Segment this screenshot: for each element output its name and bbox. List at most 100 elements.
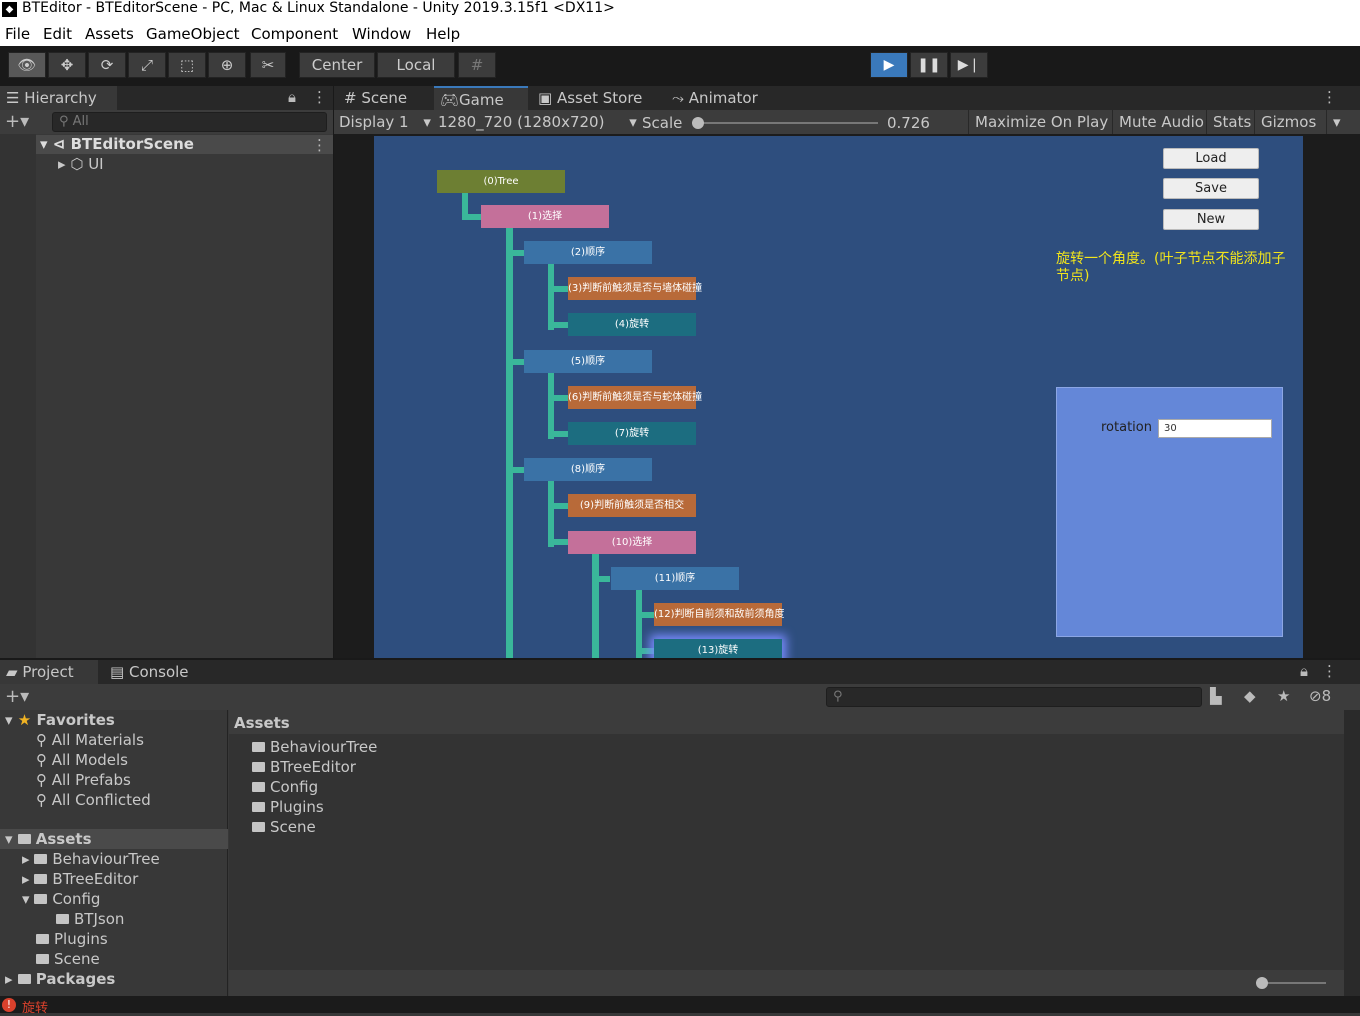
rotation-input[interactable]: 30 xyxy=(1158,419,1272,438)
connector-line xyxy=(592,554,599,658)
tab-project[interactable]: ▰ Project xyxy=(0,660,98,684)
tree-folder[interactable]: ▸ BTreeEditor xyxy=(22,870,138,888)
scale-slider-handle[interactable] xyxy=(692,117,704,129)
tree-folder[interactable]: ▸ BehaviourTree xyxy=(22,850,160,868)
hierarchy-add-button[interactable]: +▾ xyxy=(5,111,29,132)
tab-console[interactable]: ▤ Console xyxy=(110,660,210,684)
folder-open-icon xyxy=(34,894,48,904)
menu-help[interactable]: Help xyxy=(426,25,460,43)
pivot-center-button[interactable]: Center xyxy=(299,52,375,78)
view-tool-icon[interactable]: 👁 xyxy=(8,52,46,78)
menu-window[interactable]: Window xyxy=(352,25,411,43)
favorite-item[interactable]: ⚲ All Conflicted xyxy=(36,791,151,809)
menu-edit[interactable]: Edit xyxy=(43,25,72,43)
lock-icon[interactable]: 🔒︎ xyxy=(288,88,296,106)
bt-node-action-selected[interactable]: (13)旋转 xyxy=(654,639,782,658)
tree-folder[interactable]: BTJson xyxy=(56,910,124,928)
scale-tool-icon[interactable]: ⤢ xyxy=(128,52,166,78)
bt-node-sequence[interactable]: (5)顺序 xyxy=(524,350,652,373)
project-scrollbar[interactable] xyxy=(1344,710,1360,996)
load-button[interactable]: Load xyxy=(1163,148,1259,169)
tab-animator[interactable]: ⤳ Animator xyxy=(672,86,772,110)
lock-icon[interactable]: 🔒︎ xyxy=(1300,662,1308,680)
tree-folder[interactable]: Scene xyxy=(36,950,100,968)
bt-node-condition[interactable]: (3)判断前触须是否与墙体碰撞 xyxy=(568,277,702,300)
menu-component[interactable]: Component xyxy=(251,25,338,43)
gizmos-toggle[interactable]: Gizmos xyxy=(1254,110,1316,134)
menu-file[interactable]: File xyxy=(5,25,30,43)
menu-bar: File Edit Assets GameObject Component Wi… xyxy=(0,22,1360,46)
connector-line xyxy=(506,250,524,256)
hierarchy-menu-icon[interactable]: ⋮ xyxy=(312,88,327,106)
favorites-header[interactable]: ▾ ★ Favorites xyxy=(5,711,115,729)
search-icon: ⚲ xyxy=(36,771,47,789)
pause-button[interactable]: ❚❚ xyxy=(910,52,948,78)
maximize-on-play-toggle[interactable]: Maximize On Play xyxy=(968,110,1108,134)
tab-asset-store[interactable]: ▣ Asset Store xyxy=(538,86,662,110)
status-message[interactable]: 旋转 xyxy=(22,997,48,1016)
project-add-button[interactable]: +▾ xyxy=(5,686,29,707)
packages-root[interactable]: ▸ Packages xyxy=(5,970,115,988)
transform-tool-icon[interactable]: ⊕ xyxy=(208,52,246,78)
scale-slider-track[interactable] xyxy=(696,122,878,124)
bt-node-condition[interactable]: (6)判断前触须是否与蛇体碰撞 xyxy=(568,386,702,409)
asset-folder[interactable]: Plugins xyxy=(252,798,324,816)
favorite-item[interactable]: ⚲ All Materials xyxy=(36,731,144,749)
asset-folder[interactable]: Config xyxy=(252,778,318,796)
icon-size-slider-handle[interactable] xyxy=(1256,977,1268,989)
asset-folder[interactable]: BTreeEditor xyxy=(252,758,356,776)
project-menu-icon[interactable]: ⋮ xyxy=(1322,662,1337,680)
favorite-item[interactable]: ⚲ All Models xyxy=(36,751,128,769)
menu-gameobject[interactable]: GameObject xyxy=(146,25,240,43)
new-button[interactable]: New xyxy=(1163,209,1259,230)
stats-toggle[interactable]: Stats xyxy=(1206,110,1251,134)
filter-type-icon[interactable]: ▙ xyxy=(1210,687,1222,705)
bt-node-action[interactable]: (7)旋转 xyxy=(568,422,696,445)
favorite-item[interactable]: ⚲ All Prefabs xyxy=(36,771,131,789)
asset-folder-label: Scene xyxy=(270,818,316,836)
bt-node-action[interactable]: (4)旋转 xyxy=(568,313,696,336)
display-dropdown[interactable]: Display 1 ▾ xyxy=(339,110,431,134)
bt-node-sequence[interactable]: (2)顺序 xyxy=(524,241,652,264)
bt-node-selector[interactable]: (10)选择 xyxy=(568,531,696,554)
save-button[interactable]: Save xyxy=(1163,178,1259,199)
bt-node-sequence[interactable]: (11)顺序 xyxy=(611,567,739,590)
menu-assets[interactable]: Assets xyxy=(85,25,134,43)
gizmos-dropdown-icon[interactable]: ▾ xyxy=(1326,110,1341,134)
project-search-input[interactable]: ⚲ xyxy=(826,687,1202,707)
tab-scene[interactable]: # Scene xyxy=(338,86,432,110)
hidden-packages-icon[interactable]: ⊘8 xyxy=(1309,687,1331,705)
asset-folder[interactable]: Scene xyxy=(252,818,316,836)
asset-folder[interactable]: BehaviourTree xyxy=(252,738,377,756)
resolution-dropdown[interactable]: 1280_720 (1280x720) ▾ xyxy=(438,110,637,134)
play-button[interactable]: ▶ xyxy=(870,52,908,78)
favorite-star-icon[interactable]: ★ xyxy=(1277,687,1290,705)
custom-tool-icon[interactable]: ✂ xyxy=(250,52,286,78)
step-button[interactable]: ▶❘ xyxy=(950,52,988,78)
bt-node-sequence[interactable]: (8)顺序 xyxy=(524,458,652,481)
mute-audio-toggle[interactable]: Mute Audio xyxy=(1112,110,1204,134)
scene-menu-icon[interactable]: ⋮ xyxy=(312,136,327,154)
tree-folder[interactable]: Plugins xyxy=(36,930,108,948)
rect-tool-icon[interactable]: ⬚ xyxy=(168,52,206,78)
tab-game[interactable]: 🎮︎Game xyxy=(434,86,528,110)
tab-hierarchy[interactable]: ☰ Hierarchy xyxy=(0,86,117,110)
bt-node-condition[interactable]: (12)判断自前须和敌前须角度 xyxy=(654,603,785,626)
game-canvas[interactable]: (0)Tree (1)选择 (2)顺序 (3)判断前触须是否与墙体碰撞 (4)旋… xyxy=(374,136,1303,658)
move-tool-icon[interactable]: ✥ xyxy=(48,52,86,78)
bt-node-selector[interactable]: (1)选择 xyxy=(481,205,609,228)
game-menu-icon[interactable]: ⋮ xyxy=(1322,88,1337,106)
scene-item[interactable]: ▾ ⊲ BTEditorScene xyxy=(40,135,194,153)
bt-node-tree[interactable]: (0)Tree xyxy=(437,170,565,193)
hierarchy-search-input[interactable]: ⚲ All xyxy=(52,112,327,132)
bt-node-condition[interactable]: (9)判断前触须是否相交 xyxy=(568,494,696,517)
assets-root[interactable]: ▾ Assets xyxy=(5,830,92,848)
rotate-tool-icon[interactable]: ⟳ xyxy=(88,52,126,78)
breadcrumb[interactable]: Assets xyxy=(234,714,290,732)
hierarchy-item-ui[interactable]: ▸ ⬡ UI xyxy=(58,155,104,173)
filter-label-icon[interactable]: ◆ xyxy=(1244,687,1256,705)
pivot-local-button[interactable]: Local xyxy=(377,52,455,78)
tree-folder[interactable]: ▾ Config xyxy=(22,890,100,908)
grid-snap-icon[interactable]: # xyxy=(458,52,496,78)
icon-size-slider[interactable] xyxy=(1262,982,1326,984)
